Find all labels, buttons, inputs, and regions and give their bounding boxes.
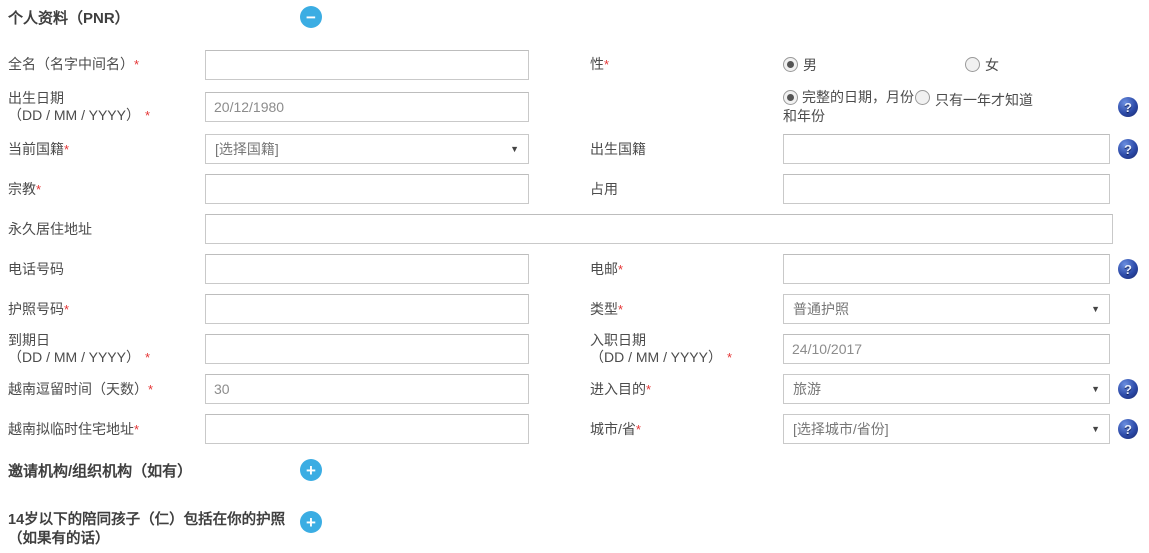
radio-unselected-icon — [915, 90, 930, 105]
full-name-label: 全名（名字中间名）* — [8, 56, 140, 72]
dob-mode-year-radio[interactable]: 只有一年才知道 — [915, 88, 1065, 110]
visa-application-page: 个人资料（PNR） − 全名（名字中间名）* 性* 男 女 出生日期 （DD /… — [0, 0, 1149, 553]
required-asterisk: * — [618, 261, 624, 277]
required-asterisk: * — [726, 350, 733, 365]
required-asterisk: * — [134, 57, 140, 72]
passport-no-input[interactable] — [205, 294, 529, 324]
stay-days-label: 越南逗留时间（天数）* — [8, 380, 154, 397]
required-asterisk: * — [64, 301, 70, 317]
permanent-address-input[interactable] — [205, 214, 1113, 244]
row-stay-purpose: 越南逗留时间（天数）* 进入目的* 旅游 ▼ ? — [8, 369, 1141, 409]
temp-address-label: 越南拟临时住宅地址* — [8, 420, 140, 437]
collapse-section-button[interactable]: − — [300, 6, 322, 28]
purpose-help-icon[interactable]: ? — [1118, 379, 1138, 399]
gender-male-radio[interactable]: 男 — [783, 55, 965, 75]
expiry-label: 到期日 （DD / MM / YYYY） * — [8, 332, 151, 365]
row-permanent-address: 永久居住地址 — [8, 209, 1141, 249]
radio-selected-icon — [783, 57, 798, 72]
required-asterisk: * — [64, 141, 70, 157]
city-label: 城市/省* — [590, 420, 641, 437]
personal-info-title: 个人资料（PNR） — [8, 10, 130, 27]
chevron-down-icon: ▼ — [1091, 384, 1100, 394]
birth-nationality-label: 出生国籍 — [590, 140, 646, 157]
minus-icon: − — [306, 7, 316, 27]
chevron-down-icon: ▼ — [1091, 424, 1100, 434]
dob-mode-year-label: 只有一年才知道 — [935, 92, 1033, 108]
children-section-header: 14岁以下的陪同孩子（仁）包括在你的护照（如果有的话） + — [8, 511, 1141, 549]
email-input[interactable] — [783, 254, 1110, 284]
gender-male-label: 男 — [803, 56, 817, 73]
entry-date-input[interactable] — [783, 334, 1110, 364]
dob-input[interactable] — [205, 92, 529, 122]
religion-label: 宗教* — [8, 180, 42, 197]
row-tempaddr-city: 越南拟临时住宅地址* 城市/省* [选择城市/省份] ▼ ? — [8, 409, 1141, 449]
required-asterisk: * — [646, 381, 652, 397]
permanent-address-label: 永久居住地址 — [8, 220, 92, 237]
current-nationality-label: 当前国籍* — [8, 140, 70, 157]
dob-mode-full-label: 完整的日期，月份和年份 — [783, 89, 914, 124]
required-asterisk: * — [144, 108, 151, 123]
purpose-label: 进入目的* — [590, 380, 652, 397]
dob-mode-full-radio[interactable]: 完整的日期，月份和年份 — [783, 88, 915, 126]
expiry-date-input[interactable] — [205, 334, 529, 364]
email-label: 电邮* — [590, 260, 624, 277]
inviting-org-title: 邀请机构/组织机构（如有） — [8, 463, 193, 480]
birth-nationality-help-icon[interactable]: ? — [1118, 139, 1138, 159]
birth-nationality-input[interactable] — [783, 134, 1110, 164]
occupation-label: 占用 — [590, 180, 618, 197]
plus-icon: + — [306, 460, 316, 480]
row-phone-email: 电话号码 电邮* ? — [8, 249, 1141, 289]
gender-female-label: 女 — [985, 56, 999, 73]
religion-input[interactable] — [205, 174, 529, 204]
phone-input[interactable] — [205, 254, 529, 284]
full-name-input[interactable] — [205, 49, 529, 80]
city-help-icon[interactable]: ? — [1118, 419, 1138, 439]
row-fullname-gender: 全名（名字中间名）* 性* 男 女 — [8, 44, 1141, 85]
required-asterisk: * — [134, 421, 140, 437]
required-asterisk: * — [604, 57, 610, 72]
gender-label: 性* — [590, 56, 610, 72]
expand-children-button[interactable]: + — [300, 511, 322, 533]
inviting-org-section-header: 邀请机构/组织机构（如有） + — [8, 459, 1141, 489]
chevron-down-icon: ▼ — [510, 144, 519, 154]
current-nationality-select[interactable]: [选择国籍] ▼ — [205, 134, 529, 164]
radio-selected-icon — [783, 90, 798, 105]
personal-info-section-header: 个人资料（PNR） − — [8, 6, 1141, 44]
email-help-icon[interactable]: ? — [1118, 259, 1138, 279]
required-asterisk: * — [36, 181, 42, 197]
required-asterisk: * — [635, 421, 641, 437]
required-asterisk: * — [618, 301, 624, 317]
passport-no-label: 护照号码* — [8, 300, 70, 317]
gender-female-radio[interactable]: 女 — [965, 55, 999, 75]
row-dates: 到期日 （DD / MM / YYYY） * 入职日期 （DD / MM / YY… — [8, 329, 1141, 369]
expand-inviting-org-button[interactable]: + — [300, 459, 322, 481]
stay-days-input[interactable] — [205, 374, 529, 404]
radio-unselected-icon — [965, 57, 980, 72]
row-dob: 出生日期 （DD / MM / YYYY）* 完整的日期，月份和年份 只有一年才… — [8, 85, 1141, 129]
dob-label: 出生日期 （DD / MM / YYYY） * — [8, 90, 151, 123]
required-asterisk: * — [144, 350, 151, 365]
chevron-down-icon: ▼ — [1091, 304, 1100, 314]
required-asterisk: * — [148, 381, 154, 397]
row-religion-occupation: 宗教* 占用 — [8, 169, 1141, 209]
entry-date-label: 入职日期 （DD / MM / YYYY） * — [590, 332, 733, 365]
temp-address-input[interactable] — [205, 414, 529, 444]
passport-type-label: 类型* — [590, 300, 624, 317]
passport-type-select[interactable]: 普通护照 ▼ — [783, 294, 1110, 324]
occupation-input[interactable] — [783, 174, 1110, 204]
phone-label: 电话号码 — [8, 260, 64, 277]
purpose-select[interactable]: 旅游 ▼ — [783, 374, 1110, 404]
plus-icon: + — [306, 512, 316, 532]
row-passport: 护照号码* 类型* 普通护照 ▼ — [8, 289, 1141, 329]
dob-help-icon[interactable]: ? — [1118, 97, 1138, 117]
city-select[interactable]: [选择城市/省份] ▼ — [783, 414, 1110, 444]
children-title: 14岁以下的陪同孩子（仁）包括在你的护照（如果有的话） — [8, 512, 286, 547]
row-nationality: 当前国籍* [选择国籍] ▼ 出生国籍 ? — [8, 129, 1141, 169]
